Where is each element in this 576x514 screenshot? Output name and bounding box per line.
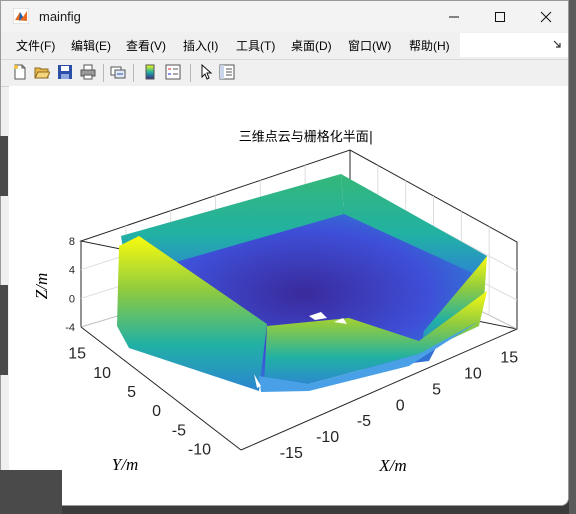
- pointer-icon[interactable]: [198, 64, 214, 80]
- toolbar-separator: [103, 64, 104, 82]
- open-icon[interactable]: [34, 64, 50, 80]
- z-tick-label: 4: [69, 265, 75, 277]
- background-window-fragment: [0, 136, 8, 196]
- y-axis-label: Y/m: [112, 455, 138, 474]
- dock-arrow-icon[interactable]: [552, 39, 562, 49]
- x-tick-label: 5: [432, 381, 441, 398]
- maximize-button[interactable]: [477, 1, 523, 32]
- menu-desktop[interactable]: 桌面(D): [291, 37, 332, 54]
- property-inspector-icon[interactable]: [219, 64, 235, 80]
- desktop-background: [569, 0, 576, 514]
- new-icon[interactable]: [12, 64, 28, 80]
- y-tick-label: -5: [172, 422, 186, 439]
- minimize-button[interactable]: [431, 1, 477, 32]
- background-window-fragment: [0, 285, 8, 375]
- menu-window[interactable]: 窗口(W): [348, 37, 391, 54]
- x-tick-label: 10: [464, 365, 482, 382]
- z-tick-label: -4: [65, 322, 75, 334]
- x-axis-label: X/m: [378, 456, 406, 475]
- y-tick-label: -10: [188, 442, 211, 459]
- y-tick-label: 15: [68, 346, 86, 363]
- window-title: mainfig: [39, 9, 81, 24]
- toolbar-separator: [190, 64, 191, 82]
- x-tick-label: -5: [357, 413, 371, 430]
- x-tick-label: 15: [500, 350, 518, 367]
- figure-canvas[interactable]: -4 0 4 8 -10 -5 0 5 10 15 -15 -10 -5 0 5 10 15 三维点云与栅格…: [9, 86, 569, 506]
- toolbar-separator: [133, 64, 134, 82]
- z-tick-label: 8: [69, 236, 75, 248]
- y-tick-label: 5: [127, 384, 136, 401]
- print-icon[interactable]: [80, 64, 96, 80]
- y-tick-label: 0: [152, 403, 161, 420]
- y-tick-label: 10: [93, 365, 111, 382]
- close-button[interactable]: [523, 1, 568, 32]
- figure-toolbar: [1, 59, 568, 87]
- menu-file[interactable]: 文件(F): [16, 37, 55, 54]
- menu-view[interactable]: 查看(V): [126, 37, 166, 54]
- menu-insert[interactable]: 插入(I): [183, 37, 218, 54]
- x-tick-label: -10: [316, 429, 339, 446]
- maximize-icon: [495, 11, 505, 22]
- menu-help[interactable]: 帮助(H): [409, 37, 450, 54]
- link-icon[interactable]: [110, 64, 126, 80]
- matlab-icon: [13, 8, 29, 24]
- background-window-fragment: [0, 470, 62, 514]
- z-tick-labels: -4 0 4 8: [65, 236, 75, 334]
- close-icon: [540, 11, 552, 22]
- title-bar[interactable]: mainfig: [1, 1, 568, 32]
- menu-bar-blank: [460, 33, 568, 57]
- chart-title: 三维点云与栅格化半面|: [239, 129, 373, 145]
- z-axis-label: Z/m: [32, 273, 51, 299]
- save-icon[interactable]: [57, 64, 73, 80]
- x-tick-label: -15: [280, 445, 303, 462]
- menu-tools[interactable]: 工具(T): [236, 37, 275, 54]
- menu-edit[interactable]: 编辑(E): [71, 37, 111, 54]
- z-tick-label: 0: [69, 293, 75, 305]
- figure-window: mainfig 文件(F) 编辑(E) 查看(V) 插入(I) 工具(T) 桌面…: [0, 0, 569, 506]
- minimize-icon: [449, 16, 459, 17]
- colorbar-icon[interactable]: [142, 64, 158, 80]
- surface-plot[interactable]: -4048 -10-5051015 -15-10-5051015 三维点云与栅格…: [9, 86, 569, 506]
- x-tick-label: 0: [396, 397, 405, 414]
- legend-icon[interactable]: [165, 64, 181, 80]
